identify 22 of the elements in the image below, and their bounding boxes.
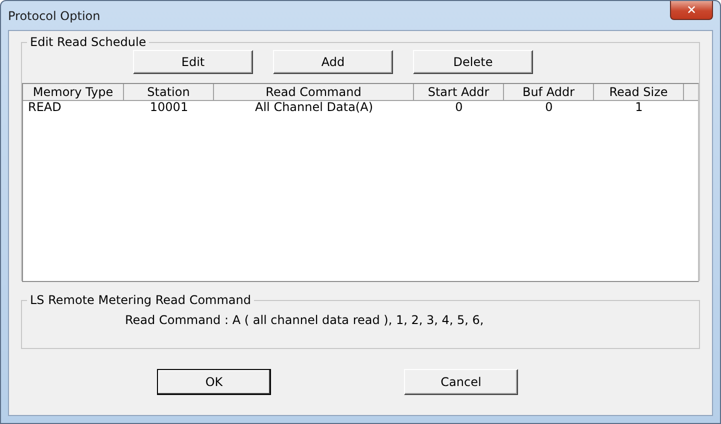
group-title: Edit Read Schedule: [29, 35, 148, 49]
column-header[interactable]: Read Command: [214, 84, 414, 100]
dialog-button[interactable]: OK: [157, 369, 271, 395]
table-cell-text: 10001: [148, 101, 190, 116]
column-header[interactable]: Memory Type: [23, 84, 124, 100]
column-header[interactable]: Buf Addr: [504, 84, 594, 100]
dialog-button[interactable]: Cancel: [404, 369, 518, 395]
table-cell-text: 0: [544, 101, 554, 116]
column-header[interactable]: Start Addr: [414, 84, 504, 100]
group-title: LS Remote Metering Read Command: [29, 293, 252, 307]
table-cell-text: READ: [27, 101, 62, 116]
column-header[interactable]: Read Size: [594, 84, 684, 100]
command-text: Read Command : A ( all channel data read ), 1, 2, 3, 4, 5, 6,: [124, 312, 485, 327]
table-cell-text: 0: [454, 101, 464, 116]
close-button[interactable]: ✕: [670, 1, 713, 20]
toolbar-button[interactable]: Edit: [133, 50, 253, 74]
table-cell-text: 1: [634, 101, 644, 116]
window-title: Protocol Option: [8, 8, 100, 22]
column-header[interactable]: Station: [124, 84, 214, 100]
toolbar-button[interactable]: Add: [273, 50, 393, 74]
table-cell-text: All Channel Data(A): [254, 101, 374, 116]
toolbar-button[interactable]: Delete: [413, 50, 533, 74]
